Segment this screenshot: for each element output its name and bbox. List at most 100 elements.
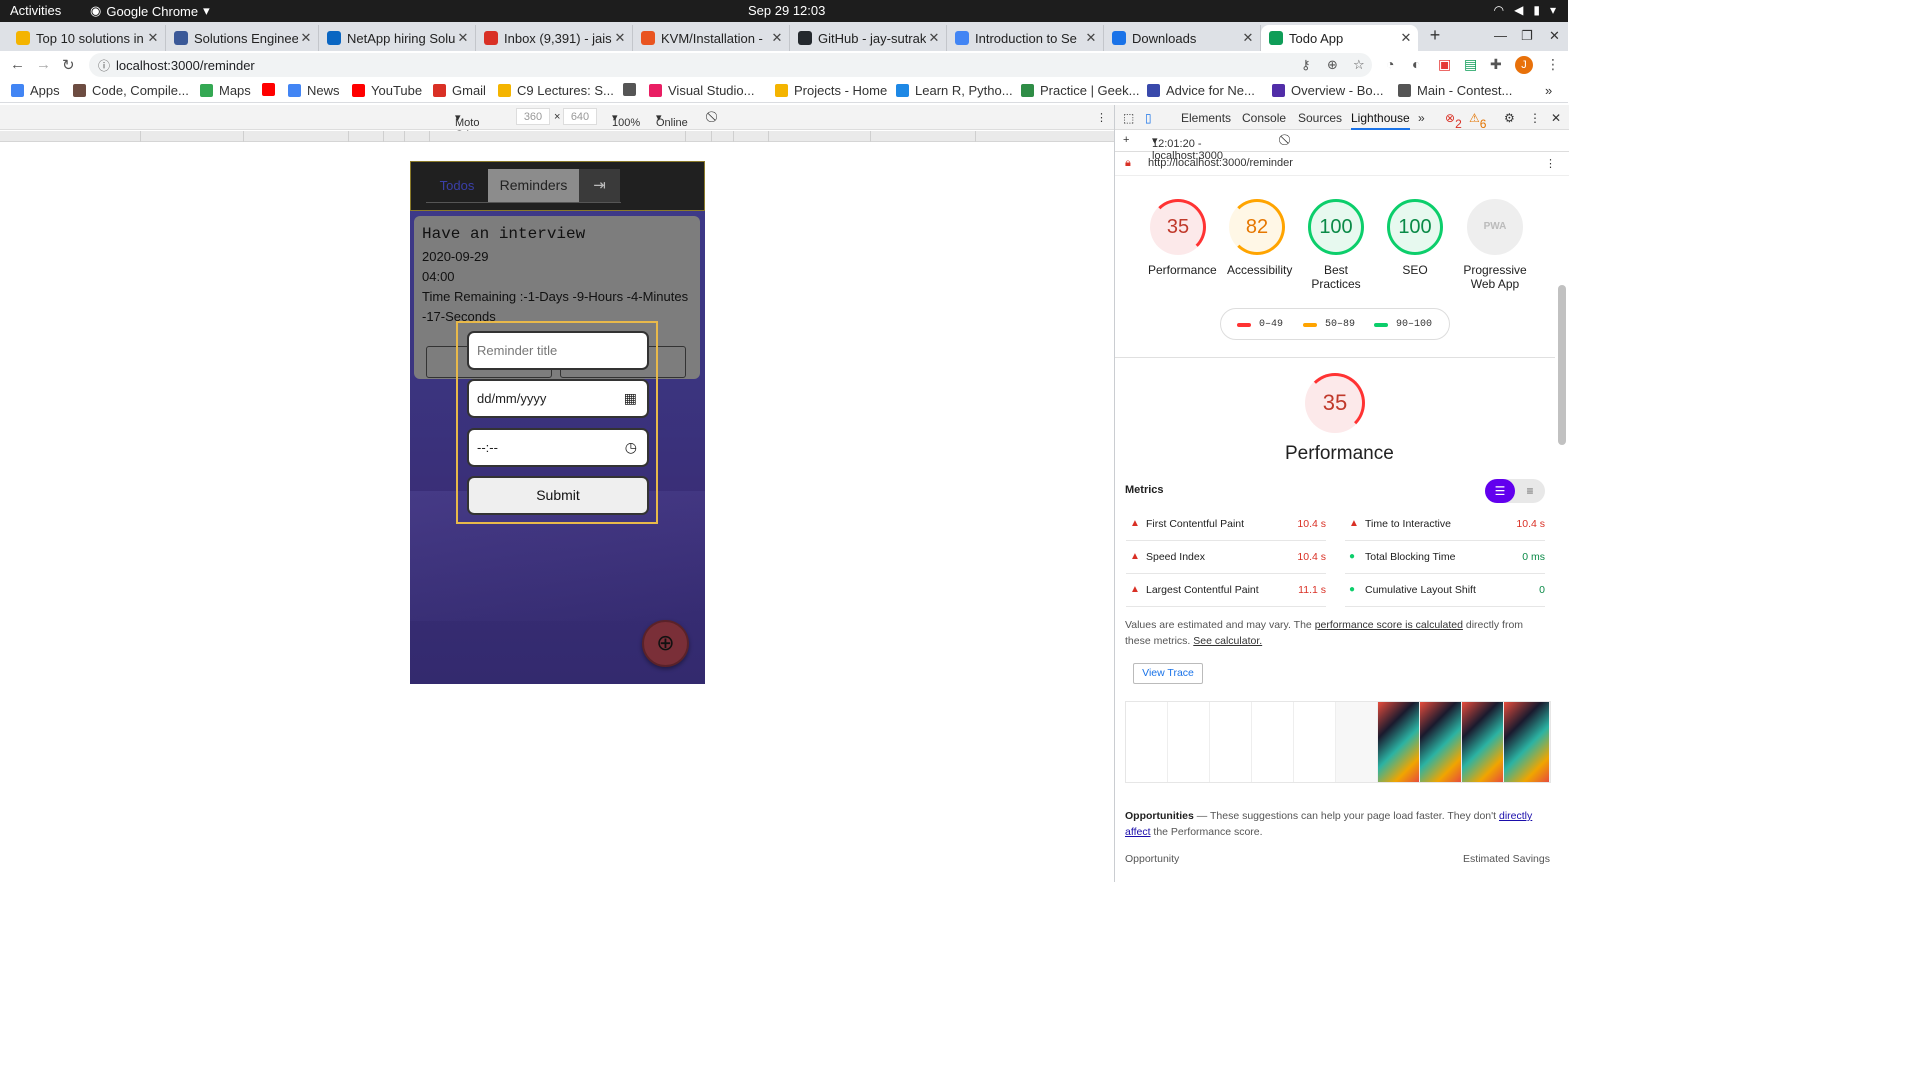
tab-lighthouse[interactable]: Lighthouse xyxy=(1351,111,1410,130)
system-tray[interactable]: ◠ ◀ ▮ ▾ xyxy=(1494,3,1556,17)
device-height-input[interactable]: 640 xyxy=(563,108,597,125)
close-window-icon[interactable]: ✕ xyxy=(1549,28,1560,44)
address-bar[interactable]: ⓘ localhost:3000/reminder ⚷ ⊕ ☆ xyxy=(89,53,1372,77)
key-icon[interactable]: ⚷ xyxy=(1301,57,1311,73)
compact-view-icon[interactable]: ☰ xyxy=(1485,479,1515,503)
bookmark-item[interactable]: Projects - Home xyxy=(775,83,887,98)
close-icon[interactable]: ✕ xyxy=(1083,30,1099,46)
clock-icon[interactable]: ◷ xyxy=(625,430,637,465)
calendar-icon[interactable]: ▦ xyxy=(624,381,637,416)
bookmark-item[interactable] xyxy=(262,83,275,96)
close-icon[interactable]: ✕ xyxy=(145,30,161,46)
bookmark-item[interactable]: Apps xyxy=(11,83,60,98)
inspect-icon[interactable]: ⬚ xyxy=(1123,111,1134,125)
close-icon[interactable]: ✕ xyxy=(1398,30,1414,46)
browser-tab-active[interactable]: Todo App ✕ xyxy=(1261,25,1418,51)
browser-tab[interactable]: KVM/Installation - ✕ xyxy=(633,25,790,51)
browser-tab[interactable]: Introduction to Se ✕ xyxy=(947,25,1104,51)
browser-tab[interactable]: Solutions Engineer ✕ xyxy=(166,25,319,51)
app-menu[interactable]: ◉ Google Chrome ▾ xyxy=(90,3,210,19)
expanded-view-icon[interactable]: ≡ xyxy=(1518,479,1542,503)
bookmark-item[interactable]: Learn R, Pytho... xyxy=(896,83,1013,98)
tab-elements[interactable]: Elements xyxy=(1181,111,1231,125)
close-icon[interactable]: ✕ xyxy=(1240,30,1256,46)
tab-console[interactable]: Console xyxy=(1242,111,1286,125)
browser-tab[interactable]: Inbox (9,391) - jaisu ✕ xyxy=(476,25,633,51)
score-gauge[interactable]: 35 Performance xyxy=(1148,199,1217,277)
minimize-icon[interactable]: — xyxy=(1494,28,1507,43)
close-icon[interactable]: ✕ xyxy=(769,30,785,46)
score-gauge[interactable]: 82 Accessibility xyxy=(1227,199,1292,277)
kebab-menu-icon[interactable]: ⋮ xyxy=(1546,56,1560,73)
install-icon[interactable]: ⊕ xyxy=(1327,57,1338,73)
browser-tab[interactable]: GitHub - jay-sutrak ✕ xyxy=(790,25,947,51)
network-select[interactable]: Online ▾ xyxy=(656,111,688,129)
tab-reminders[interactable]: Reminders xyxy=(488,169,579,202)
bookmark-item[interactable]: Maps xyxy=(200,83,251,98)
bookmark-item[interactable]: Main - Contest... xyxy=(1398,83,1512,98)
reminder-time-input[interactable]: --:-- ◷ xyxy=(467,428,649,467)
add-reminder-button[interactable]: ⊕ xyxy=(642,620,689,667)
profile-avatar[interactable]: J xyxy=(1515,56,1533,74)
close-icon[interactable]: ✕ xyxy=(1551,111,1561,125)
device-select[interactable]: Moto G4 ▾ xyxy=(455,111,479,141)
device-toggle-icon[interactable]: ▯ xyxy=(1145,111,1152,125)
reminder-title-input[interactable]: Reminder title xyxy=(467,331,649,370)
tab-todos[interactable]: Todos xyxy=(426,169,488,202)
back-icon[interactable]: ← xyxy=(10,56,25,73)
close-icon[interactable]: ✕ xyxy=(612,30,628,46)
extension-icon[interactable]: ◐ xyxy=(1412,56,1420,72)
forward-icon[interactable]: → xyxy=(36,56,51,73)
report-select[interactable]: 12:01:20 - localhost:3000 ▾ xyxy=(1152,134,1223,162)
activities-button[interactable]: Activities xyxy=(10,3,61,18)
gear-icon[interactable]: ⚙ xyxy=(1504,111,1515,125)
puzzle-icon[interactable]: ✚ xyxy=(1490,56,1502,73)
close-icon[interactable]: ✕ xyxy=(926,30,942,46)
score-calculated-link[interactable]: performance score is calculated xyxy=(1315,619,1463,631)
reload-icon[interactable]: ↻ xyxy=(62,56,75,74)
devtools-scrollbar[interactable] xyxy=(1558,285,1566,445)
bookmark-item[interactable] xyxy=(623,83,636,96)
score-gauge[interactable]: 100 SEO xyxy=(1385,199,1445,277)
extension-icon[interactable]: ◔ xyxy=(1386,56,1394,72)
logout-icon[interactable]: ⇥ xyxy=(579,169,620,202)
calculator-link[interactable]: See calculator. xyxy=(1193,635,1262,647)
error-count[interactable]: ⊗ 2 xyxy=(1445,111,1462,131)
browser-tab[interactable]: NetApp hiring Solu ✕ xyxy=(319,25,476,51)
score-gauge[interactable]: 100 Best Practices xyxy=(1306,199,1366,291)
score-gauge[interactable]: PWA Progressive Web App xyxy=(1459,199,1531,291)
bookmark-item[interactable]: Visual Studio... xyxy=(649,83,754,98)
tab-sources[interactable]: Sources xyxy=(1298,111,1342,125)
close-icon[interactable]: ✕ xyxy=(455,30,471,46)
info-icon[interactable]: ⓘ xyxy=(98,57,110,74)
browser-tab[interactable]: Downloads ✕ xyxy=(1104,25,1261,51)
warning-count[interactable]: ⚠ 6 xyxy=(1469,111,1486,131)
bookmark-item[interactable]: C9 Lectures: S... xyxy=(498,83,614,98)
star-icon[interactable]: ☆ xyxy=(1353,57,1365,73)
clock[interactable]: Sep 29 12:03 xyxy=(748,3,825,18)
bookmark-item[interactable]: Advice for Ne... xyxy=(1147,83,1255,98)
kebab-menu-icon[interactable]: ⋮ xyxy=(1545,157,1556,170)
bookmark-item[interactable]: YouTube xyxy=(352,83,422,98)
restore-icon[interactable]: ❐ xyxy=(1521,28,1533,44)
kebab-menu-icon[interactable]: ⋮ xyxy=(1096,111,1107,124)
plus-icon[interactable]: + xyxy=(1123,134,1129,146)
bookmark-item[interactable]: News xyxy=(288,83,340,98)
reminder-date-input[interactable]: dd/mm/yyyy ▦ xyxy=(467,379,649,418)
bookmark-item[interactable]: Code, Compile... xyxy=(73,83,189,98)
browser-tab[interactable]: Top 10 solutions in ✕ xyxy=(8,25,166,51)
extension-icon[interactable]: ▣ xyxy=(1438,56,1451,73)
more-bookmarks-icon[interactable]: » xyxy=(1545,83,1552,98)
view-trace-button[interactable]: View Trace xyxy=(1133,663,1203,684)
device-width-input[interactable]: 360 xyxy=(516,108,550,125)
submit-button[interactable]: Submit xyxy=(467,476,649,515)
bookmark-item[interactable]: Overview - Bo... xyxy=(1272,83,1383,98)
extension-icon[interactable]: ▤ xyxy=(1464,56,1477,73)
bookmark-item[interactable]: Gmail xyxy=(433,83,486,98)
more-tabs-icon[interactable]: » xyxy=(1418,111,1425,125)
bookmark-item[interactable]: Practice | Geek... xyxy=(1021,83,1139,98)
zoom-select[interactable]: 100% ▾ xyxy=(612,111,640,129)
kebab-menu-icon[interactable]: ⋮ xyxy=(1529,111,1541,125)
close-icon[interactable]: ✕ xyxy=(298,30,314,46)
new-tab-button[interactable]: + xyxy=(1425,26,1445,46)
